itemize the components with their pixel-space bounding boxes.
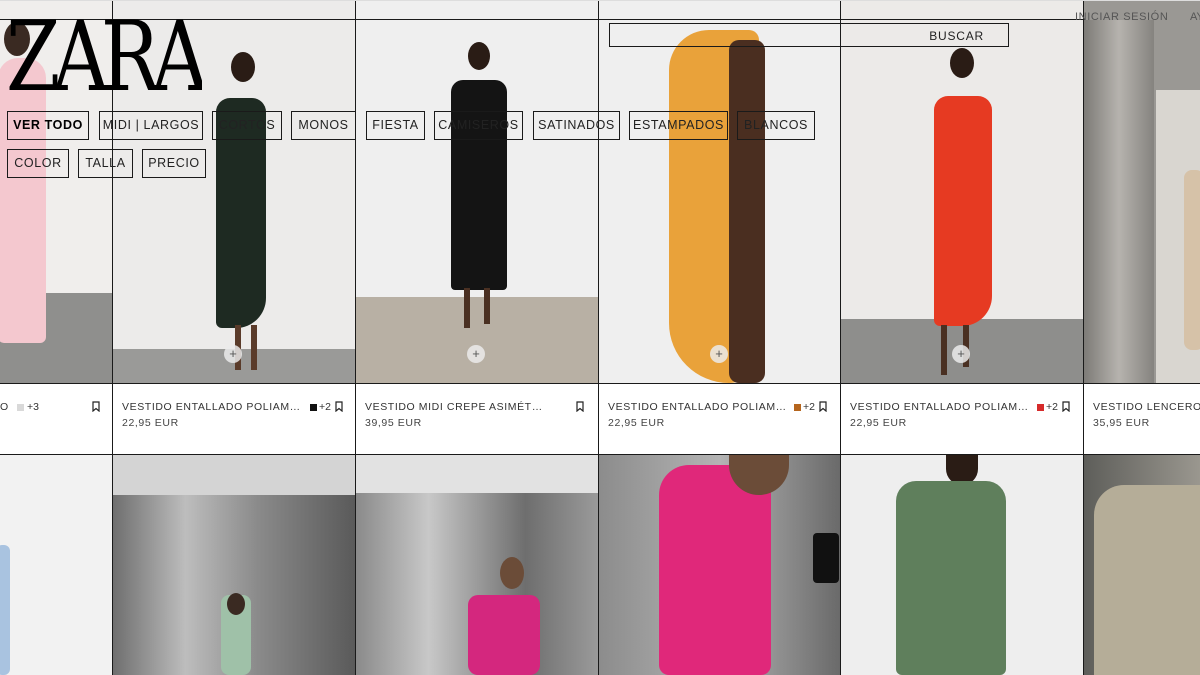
- bookmark-icon[interactable]: [92, 401, 100, 412]
- product-price: 22,95 EUR: [850, 417, 907, 429]
- product-name: VESTIDO MIDI CREPE ASIMÉTRICO: [365, 401, 545, 413]
- product-price: 35,95 EUR: [1093, 417, 1150, 429]
- bookmark-icon[interactable]: [576, 401, 584, 412]
- product-info: VESTIDO ENTALLADO POLIAMIDA... 22,95 EUR…: [113, 383, 355, 455]
- product-card[interactable]: + VESTIDO MIDI CREPE ASIMÉTRICO 39,95 EU…: [356, 0, 599, 455]
- product-card[interactable]: [0, 455, 113, 675]
- product-price: 22,95 EUR: [122, 417, 179, 429]
- product-image[interactable]: [356, 455, 598, 675]
- category-chip-camiseros[interactable]: CAMISEROS: [434, 111, 523, 140]
- zara-logo[interactable]: ZARA: [6, 10, 202, 94]
- bookmark-icon[interactable]: [819, 401, 827, 412]
- category-chip-midi-largos[interactable]: MIDI | LARGOS: [99, 111, 203, 140]
- bookmark-icon[interactable]: [1062, 401, 1070, 412]
- filter-precio[interactable]: PRECIO: [142, 149, 206, 178]
- product-card[interactable]: VESTIDO LENCERO TI 35,95 EUR: [1084, 0, 1200, 455]
- product-image[interactable]: [1084, 455, 1200, 675]
- product-price: 22,95 EUR: [608, 417, 665, 429]
- product-grid: O +3 + VESTIDO ENTALLADO POLIAMIDA... 22…: [0, 0, 1200, 675]
- logo-text: ZARA: [6, 10, 202, 94]
- more-colors: +2: [803, 401, 815, 413]
- product-name: VESTIDO LENCERO TI: [1093, 401, 1200, 413]
- product-image[interactable]: [599, 455, 840, 675]
- color-swatch[interactable]: [794, 404, 801, 411]
- product-name: VESTIDO ENTALLADO POLIAMIDA...: [608, 401, 788, 413]
- category-chip-satinados[interactable]: SATINADOS: [533, 111, 620, 140]
- category-chip-ver-todo[interactable]: VER TODO: [7, 111, 89, 140]
- category-chip-monos[interactable]: MONOS: [291, 111, 356, 140]
- category-chip-estampados[interactable]: ESTAMPADOS: [629, 111, 728, 140]
- top-border: [0, 0, 1200, 1]
- model-head: [468, 42, 490, 70]
- color-swatch[interactable]: [1037, 404, 1044, 411]
- search-label: BUSCAR: [929, 29, 984, 43]
- dress-green: [896, 481, 1006, 675]
- filter-color[interactable]: COLOR: [7, 149, 69, 178]
- filter-talla[interactable]: TALLA: [78, 149, 133, 178]
- product-info: VESTIDO ENTALLADO POLIAMIDA... 22,95 EUR…: [841, 383, 1083, 455]
- color-swatch[interactable]: [17, 404, 24, 411]
- dress-red: [934, 96, 992, 326]
- product-card[interactable]: + VESTIDO ENTALLADO POLIAMIDA... 22,95 E…: [841, 0, 1084, 455]
- product-card[interactable]: + VESTIDO ENTALLADO POLIAMIDA... 22,95 E…: [599, 0, 841, 455]
- more-colors: +2: [1046, 401, 1058, 413]
- product-info: VESTIDO MIDI CREPE ASIMÉTRICO 39,95 EUR: [356, 383, 598, 455]
- product-image[interactable]: +: [356, 0, 598, 383]
- product-name: VESTIDO ENTALLADO POLIAMIDA...: [122, 401, 302, 413]
- quick-add-button[interactable]: +: [952, 345, 970, 363]
- product-info: O +3: [0, 383, 112, 455]
- more-colors: +3: [27, 401, 39, 413]
- product-card[interactable]: [1084, 455, 1200, 675]
- product-info: VESTIDO LENCERO TI 35,95 EUR: [1084, 383, 1200, 455]
- category-chip-fiesta[interactable]: FIESTA: [366, 111, 425, 140]
- category-chip-blancos[interactable]: BLANCOS: [737, 111, 815, 140]
- product-name: O: [0, 401, 9, 413]
- product-name: VESTIDO ENTALLADO POLIAMIDA...: [850, 401, 1030, 413]
- model-head: [231, 52, 255, 82]
- product-image[interactable]: [841, 455, 1083, 675]
- product-card[interactable]: [841, 455, 1084, 675]
- color-swatch[interactable]: [310, 404, 317, 411]
- login-link[interactable]: INICIAR SESIÓN: [1075, 11, 1168, 23]
- cart-link[interactable]: AY: [1190, 11, 1200, 23]
- quick-add-button[interactable]: +: [467, 345, 485, 363]
- product-price: 39,95 EUR: [365, 417, 422, 429]
- product-card[interactable]: [599, 455, 841, 675]
- product-image[interactable]: +: [599, 0, 840, 383]
- bookmark-icon[interactable]: [335, 401, 343, 412]
- product-image[interactable]: [113, 455, 355, 675]
- dress-pink: [659, 465, 771, 675]
- product-image[interactable]: [0, 455, 112, 675]
- model-head: [950, 48, 974, 78]
- more-colors: +2: [319, 401, 331, 413]
- quick-add-button[interactable]: +: [224, 345, 242, 363]
- quick-add-button[interactable]: +: [710, 345, 728, 363]
- product-card[interactable]: [356, 455, 599, 675]
- product-image[interactable]: [1084, 0, 1200, 383]
- product-card[interactable]: [113, 455, 356, 675]
- product-info: VESTIDO ENTALLADO POLIAMIDA... 22,95 EUR…: [599, 383, 840, 455]
- search-field[interactable]: BUSCAR: [609, 23, 1009, 47]
- category-chip-cortos[interactable]: CORTOS: [212, 111, 282, 140]
- product-image[interactable]: +: [841, 0, 1083, 383]
